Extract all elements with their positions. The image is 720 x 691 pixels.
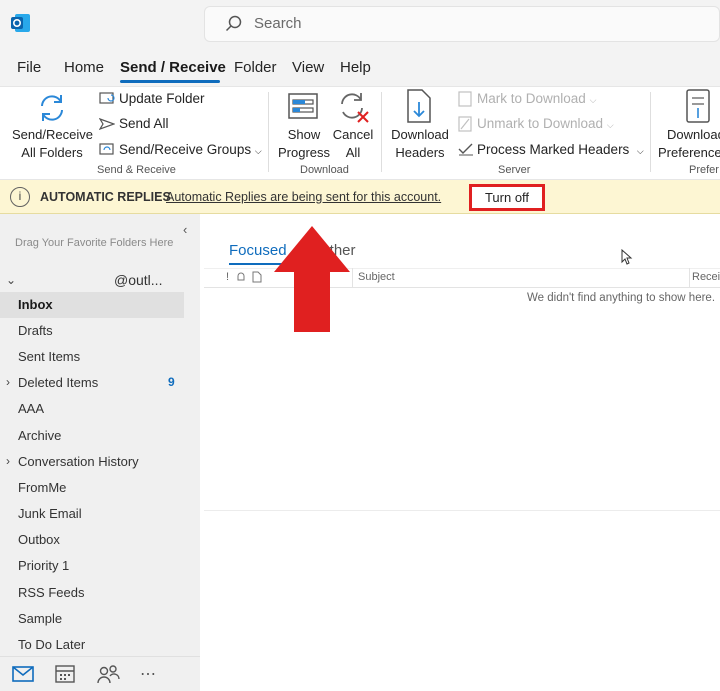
- send-receive-groups-icon: [99, 141, 115, 162]
- folder-aaa[interactable]: AAA: [18, 401, 44, 416]
- chevron-down-icon: ⌵: [636, 146, 644, 156]
- chevron-down-icon: ⌵: [589, 95, 597, 105]
- update-folder-button[interactable]: Update Folder: [119, 91, 205, 106]
- ribbon-separator: [268, 92, 269, 172]
- show-progress-label-2: Progress: [277, 145, 331, 160]
- mark-to-download-label: Mark to Download: [477, 91, 586, 106]
- collapse-pane-icon[interactable]: ‹: [183, 222, 187, 237]
- unmark-to-download-label: Unmark to Download: [477, 116, 604, 131]
- send-all-button[interactable]: Send All: [119, 116, 169, 131]
- people-icon[interactable]: [96, 664, 120, 689]
- red-arrow-annotation: [272, 224, 352, 339]
- send-receive-groups-button[interactable]: Send/Receive Groups ⌵: [119, 142, 262, 157]
- chevron-right-icon[interactable]: ›: [6, 375, 10, 389]
- send-receive-all-label-2: All Folders: [21, 145, 83, 160]
- chevron-right-icon[interactable]: ›: [6, 454, 10, 468]
- favorites-hint: Drag Your Favorite Folders Here: [15, 237, 174, 249]
- process-headers-icon: [458, 142, 474, 161]
- more-icon[interactable]: ⋯: [140, 664, 157, 684]
- folder-conversation-history[interactable]: Conversation History: [18, 454, 139, 469]
- download-preferences-icon: [685, 88, 711, 129]
- sync-icon: [34, 90, 70, 131]
- menu-view[interactable]: View: [292, 59, 324, 76]
- column-divider: [689, 268, 690, 288]
- reminder-column-icon[interactable]: [236, 270, 246, 288]
- download-preferences-label-2: Preferences: [658, 145, 720, 160]
- send-receive-all-label-1: Send/Receive: [12, 127, 93, 142]
- attachment-column-icon[interactable]: [252, 270, 262, 288]
- process-marked-headers-label: Process Marked Headers: [477, 142, 630, 157]
- reading-pane-divider: [204, 510, 720, 511]
- group-label-preferences: Prefer: [689, 164, 719, 176]
- menu-home[interactable]: Home: [64, 59, 104, 76]
- active-tab-indicator: [120, 80, 220, 83]
- account-name[interactable]: @outl...: [114, 272, 162, 288]
- update-folder-icon: [99, 90, 115, 111]
- folder-priority-1[interactable]: Priority 1: [18, 558, 69, 573]
- download-preferences-label-1: Download: [667, 127, 720, 142]
- infobar-message-link[interactable]: Automatic Replies are being sent for thi…: [166, 190, 441, 204]
- calendar-icon[interactable]: [55, 664, 75, 689]
- menu-send-receive[interactable]: Send / Receive: [120, 59, 226, 76]
- chevron-down-icon: ⌵: [254, 146, 262, 156]
- group-label-send-receive: Send & Receive: [97, 164, 176, 176]
- chevron-down-icon[interactable]: ⌄: [6, 273, 16, 287]
- ribbon-separator: [650, 92, 651, 172]
- cancel-all-label-2: All: [345, 145, 361, 160]
- info-icon: i: [10, 187, 30, 207]
- folder-drafts[interactable]: Drafts: [18, 323, 53, 338]
- importance-column-icon[interactable]: !: [226, 271, 229, 283]
- outlook-logo-icon: [10, 12, 32, 34]
- send-all-icon: [98, 116, 116, 137]
- download-headers-button[interactable]: Download Headers: [388, 126, 452, 162]
- process-marked-headers-button[interactable]: Process Marked Headers ⌵: [477, 142, 644, 157]
- mark-to-download-button[interactable]: Mark to Download ⌵: [477, 91, 596, 106]
- show-progress-label-1: Show: [287, 127, 321, 142]
- show-progress-button[interactable]: Show Progress: [275, 126, 333, 162]
- cancel-all-label-1: Cancel: [332, 127, 374, 142]
- download-preferences-button[interactable]: Download Preferences: [658, 126, 720, 162]
- menu-help[interactable]: Help: [340, 59, 371, 76]
- ribbon-separator: [381, 92, 382, 172]
- search-icon: [224, 14, 244, 34]
- send-receive-all-button[interactable]: Send/Receive All Folders: [12, 126, 93, 162]
- mark-download-icon: [458, 91, 472, 112]
- folder-rss-feeds[interactable]: RSS Feeds: [18, 585, 84, 600]
- turn-off-button[interactable]: Turn off: [469, 184, 545, 211]
- unmark-to-download-button[interactable]: Unmark to Download ⌵: [477, 116, 614, 131]
- send-receive-groups-label: Send/Receive Groups: [119, 142, 252, 157]
- folder-deleted-items[interactable]: Deleted Items: [18, 375, 98, 390]
- menu-folder[interactable]: Folder: [234, 59, 277, 76]
- mail-icon[interactable]: [12, 665, 34, 688]
- folder-sent-items[interactable]: Sent Items: [18, 349, 80, 364]
- folder-outbox[interactable]: Outbox: [18, 532, 60, 547]
- download-headers-label-1: Download: [391, 127, 449, 142]
- folder-junk-email[interactable]: Junk Email: [18, 506, 82, 521]
- folder-sample[interactable]: Sample: [18, 611, 62, 626]
- cancel-all-button[interactable]: Cancel All: [330, 126, 376, 162]
- column-divider: [352, 268, 353, 288]
- empty-list-message: We didn't find anything to show here.: [527, 292, 716, 304]
- folder-to-do-later[interactable]: To Do Later: [18, 637, 85, 652]
- unmark-download-icon: [458, 116, 472, 137]
- cancel-sync-icon: [336, 88, 372, 129]
- unread-count-badge: 9: [168, 375, 175, 389]
- folder-archive[interactable]: Archive: [18, 428, 61, 443]
- folder-inbox[interactable]: Inbox: [18, 297, 53, 312]
- group-label-download: Download: [300, 164, 349, 176]
- received-column-header[interactable]: Recei: [692, 271, 720, 283]
- chevron-down-icon: ⌵: [606, 120, 614, 130]
- download-headers-icon: [404, 88, 434, 129]
- progress-icon: [287, 90, 319, 127]
- search-placeholder: Search: [254, 15, 302, 32]
- download-headers-label-2: Headers: [395, 145, 445, 160]
- menu-file[interactable]: File: [17, 59, 41, 76]
- infobar-title: AUTOMATIC REPLIES: [40, 190, 171, 204]
- folder-fromme[interactable]: FromMe: [18, 480, 66, 495]
- mouse-cursor-icon: [621, 248, 633, 270]
- group-label-server: Server: [498, 164, 531, 176]
- subject-column-header[interactable]: Subject: [358, 271, 395, 283]
